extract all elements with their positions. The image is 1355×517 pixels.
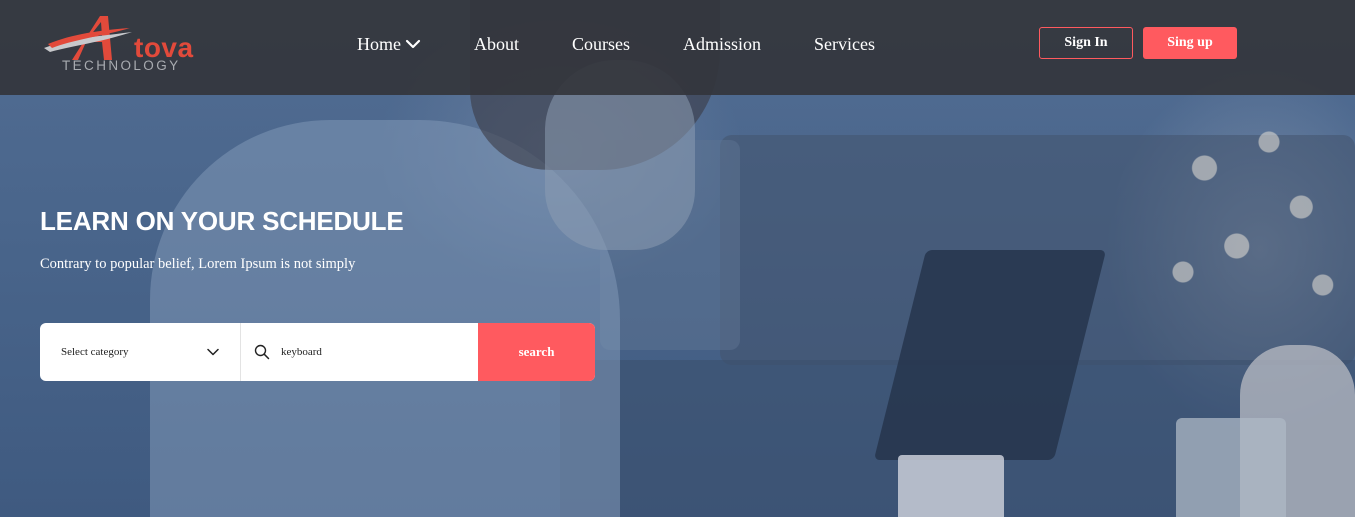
nav-item-services-label: Services [814, 33, 875, 54]
course-search-bar: Select category search [40, 323, 595, 381]
category-select[interactable]: Select category [40, 323, 241, 381]
nav-item-about-label: About [474, 33, 519, 54]
nav-item-admission-label: Admission [683, 33, 762, 54]
hero-title: LEARN ON YOUR SCHEDULE [40, 206, 404, 236]
search-icon [254, 344, 270, 360]
search-button[interactable]: search [478, 323, 595, 381]
nav-item-courses[interactable]: Courses [572, 34, 630, 55]
nav-item-home-label: Home [357, 33, 401, 54]
background-mug [898, 455, 1004, 517]
background-cup [1176, 418, 1286, 517]
nav-item-courses-label: Courses [572, 33, 630, 54]
search-field [241, 323, 478, 381]
chevron-down-icon [207, 348, 219, 356]
site-header: tova TECHNOLOGY Home About Courses Admis… [0, 0, 1355, 95]
chevron-down-icon [405, 39, 421, 49]
nav-item-services[interactable]: Services [814, 34, 875, 55]
main-nav: Home About Courses Admission Services [357, 30, 875, 58]
search-input[interactable] [281, 346, 461, 358]
brand-logo[interactable]: tova TECHNOLOGY [42, 12, 202, 76]
nav-item-about[interactable]: About [474, 34, 519, 55]
nav-item-admission[interactable]: Admission [683, 34, 761, 55]
sign-in-button[interactable]: Sign In [1039, 27, 1133, 59]
category-select-value: Select category [61, 346, 129, 358]
brand-tagline: TECHNOLOGY [62, 58, 181, 73]
background-plant [1140, 90, 1355, 350]
hero-subtitle: Contrary to popular belief, Lorem Ipsum … [40, 256, 356, 272]
a-swoosh-logo-icon [44, 16, 132, 60]
nav-item-home[interactable]: Home [357, 34, 421, 55]
sign-up-button[interactable]: Sing up [1143, 27, 1237, 59]
